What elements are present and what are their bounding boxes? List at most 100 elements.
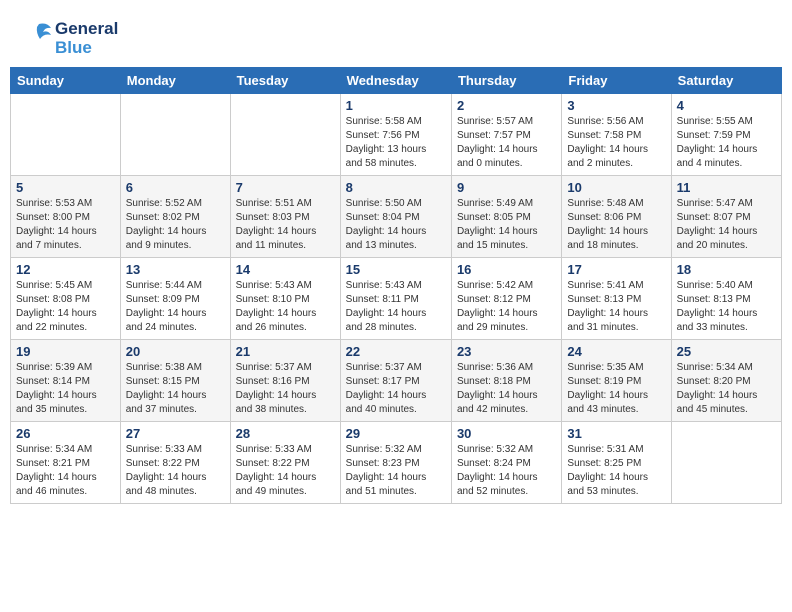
day-number: 20: [126, 344, 225, 359]
day-info: Sunrise: 5:36 AM Sunset: 8:18 PM Dayligh…: [457, 361, 556, 417]
day-info: Sunrise: 5:57 AM Sunset: 7:57 PM Dayligh…: [457, 115, 556, 171]
calendar-empty-cell: [230, 94, 340, 176]
day-info: Sunrise: 5:38 AM Sunset: 8:15 PM Dayligh…: [126, 361, 225, 417]
calendar-day-24: 24 Sunrise: 5:35 AM Sunset: 8:19 PM Dayli…: [562, 340, 671, 422]
day-number: 25: [677, 344, 776, 359]
day-info: Sunrise: 5:48 AM Sunset: 8:06 PM Dayligh…: [567, 197, 665, 253]
day-info: Sunrise: 5:39 AM Sunset: 8:14 PM Dayligh…: [16, 361, 115, 417]
day-number: 30: [457, 426, 556, 441]
day-info: Sunrise: 5:35 AM Sunset: 8:19 PM Dayligh…: [567, 361, 665, 417]
calendar-day-25: 25 Sunrise: 5:34 AM Sunset: 8:20 PM Dayli…: [671, 340, 781, 422]
day-number: 21: [236, 344, 335, 359]
day-info: Sunrise: 5:52 AM Sunset: 8:02 PM Dayligh…: [126, 197, 225, 253]
calendar-header-row: SundayMondayTuesdayWednesdayThursdayFrid…: [11, 68, 782, 94]
calendar-day-14: 14Sunrise: 5:43 AM Sunset: 8:10 PM Dayli…: [230, 258, 340, 340]
day-number: 1: [346, 98, 446, 113]
day-info: Sunrise: 5:33 AM Sunset: 8:22 PM Dayligh…: [126, 443, 225, 499]
calendar-empty-cell: [671, 422, 781, 504]
logo-name: General Blue: [25, 20, 118, 57]
calendar-day-8: 8Sunrise: 5:50 AM Sunset: 8:04 PM Daylig…: [340, 176, 451, 258]
calendar-day-3: 3 Sunrise: 5:56 AM Sunset: 7:58 PM Daylig…: [562, 94, 671, 176]
day-number: 22: [346, 344, 446, 359]
calendar-day-6: 6 Sunrise: 5:52 AM Sunset: 8:02 PM Daylig…: [120, 176, 230, 258]
calendar-day-12: 12Sunrise: 5:45 AM Sunset: 8:08 PM Dayli…: [11, 258, 121, 340]
logo-words: General Blue: [55, 20, 118, 57]
day-number: 17: [567, 262, 665, 277]
calendar-week-row: 19 Sunrise: 5:39 AM Sunset: 8:14 PM Dayli…: [11, 340, 782, 422]
logo-general: General: [55, 20, 118, 39]
day-number: 18: [677, 262, 776, 277]
calendar-table: SundayMondayTuesdayWednesdayThursdayFrid…: [10, 67, 782, 504]
calendar-day-18: 18 Sunrise: 5:40 AM Sunset: 8:13 PM Dayli…: [671, 258, 781, 340]
calendar-day-28: 28Sunrise: 5:33 AM Sunset: 8:22 PM Dayli…: [230, 422, 340, 504]
weekday-header-wednesday: Wednesday: [340, 68, 451, 94]
calendar-day-2: 2 Sunrise: 5:57 AM Sunset: 7:57 PM Daylig…: [451, 94, 561, 176]
calendar-day-10: 10 Sunrise: 5:48 AM Sunset: 8:06 PM Dayli…: [562, 176, 671, 258]
calendar-week-row: 1 Sunrise: 5:58 AM Sunset: 7:56 PM Daylig…: [11, 94, 782, 176]
day-info: Sunrise: 5:51 AM Sunset: 8:03 PM Dayligh…: [236, 197, 335, 253]
calendar-empty-cell: [11, 94, 121, 176]
day-number: 6: [126, 180, 225, 195]
day-info: Sunrise: 5:41 AM Sunset: 8:13 PM Dayligh…: [567, 279, 665, 335]
calendar-day-22: 22 Sunrise: 5:37 AM Sunset: 8:17 PM Dayli…: [340, 340, 451, 422]
day-number: 15: [346, 262, 446, 277]
day-number: 9: [457, 180, 556, 195]
calendar-week-row: 12Sunrise: 5:45 AM Sunset: 8:08 PM Dayli…: [11, 258, 782, 340]
day-info: Sunrise: 5:34 AM Sunset: 8:21 PM Dayligh…: [16, 443, 115, 499]
calendar-empty-cell: [120, 94, 230, 176]
day-number: 19: [16, 344, 115, 359]
day-info: Sunrise: 5:43 AM Sunset: 8:11 PM Dayligh…: [346, 279, 446, 335]
calendar-day-31: 31 Sunrise: 5:31 AM Sunset: 8:25 PM Dayli…: [562, 422, 671, 504]
day-info: Sunrise: 5:32 AM Sunset: 8:23 PM Dayligh…: [346, 443, 446, 499]
day-number: 5: [16, 180, 115, 195]
calendar-day-17: 17 Sunrise: 5:41 AM Sunset: 8:13 PM Dayli…: [562, 258, 671, 340]
day-number: 31: [567, 426, 665, 441]
calendar-day-29: 29Sunrise: 5:32 AM Sunset: 8:23 PM Dayli…: [340, 422, 451, 504]
day-number: 8: [346, 180, 446, 195]
day-info: Sunrise: 5:55 AM Sunset: 7:59 PM Dayligh…: [677, 115, 776, 171]
day-number: 24: [567, 344, 665, 359]
calendar-day-21: 21Sunrise: 5:37 AM Sunset: 8:16 PM Dayli…: [230, 340, 340, 422]
day-number: 28: [236, 426, 335, 441]
calendar-day-7: 7 Sunrise: 5:51 AM Sunset: 8:03 PM Daylig…: [230, 176, 340, 258]
day-number: 14: [236, 262, 335, 277]
day-number: 3: [567, 98, 665, 113]
day-info: Sunrise: 5:49 AM Sunset: 8:05 PM Dayligh…: [457, 197, 556, 253]
logo-blue: Blue: [55, 39, 118, 58]
day-info: Sunrise: 5:40 AM Sunset: 8:13 PM Dayligh…: [677, 279, 776, 335]
day-info: Sunrise: 5:47 AM Sunset: 8:07 PM Dayligh…: [677, 197, 776, 253]
calendar-day-23: 23 Sunrise: 5:36 AM Sunset: 8:18 PM Dayli…: [451, 340, 561, 422]
calendar-day-13: 13 Sunrise: 5:44 AM Sunset: 8:09 PM Dayli…: [120, 258, 230, 340]
day-number: 7: [236, 180, 335, 195]
day-number: 13: [126, 262, 225, 277]
day-number: 16: [457, 262, 556, 277]
calendar-day-15: 15 Sunrise: 5:43 AM Sunset: 8:11 PM Dayli…: [340, 258, 451, 340]
day-info: Sunrise: 5:34 AM Sunset: 8:20 PM Dayligh…: [677, 361, 776, 417]
day-info: Sunrise: 5:56 AM Sunset: 7:58 PM Dayligh…: [567, 115, 665, 171]
calendar-day-1: 1 Sunrise: 5:58 AM Sunset: 7:56 PM Daylig…: [340, 94, 451, 176]
day-number: 10: [567, 180, 665, 195]
calendar-day-4: 4Sunrise: 5:55 AM Sunset: 7:59 PM Daylig…: [671, 94, 781, 176]
day-info: Sunrise: 5:44 AM Sunset: 8:09 PM Dayligh…: [126, 279, 225, 335]
day-info: Sunrise: 5:45 AM Sunset: 8:08 PM Dayligh…: [16, 279, 115, 335]
calendar-week-row: 5 Sunrise: 5:53 AM Sunset: 8:00 PM Daylig…: [11, 176, 782, 258]
day-info: Sunrise: 5:58 AM Sunset: 7:56 PM Dayligh…: [346, 115, 446, 171]
weekday-header-monday: Monday: [120, 68, 230, 94]
calendar-day-9: 9 Sunrise: 5:49 AM Sunset: 8:05 PM Daylig…: [451, 176, 561, 258]
day-info: Sunrise: 5:42 AM Sunset: 8:12 PM Dayligh…: [457, 279, 556, 335]
logo-text-block: General Blue: [25, 20, 118, 57]
calendar-week-row: 26 Sunrise: 5:34 AM Sunset: 8:21 PM Dayli…: [11, 422, 782, 504]
day-number: 23: [457, 344, 556, 359]
weekday-header-tuesday: Tuesday: [230, 68, 340, 94]
day-info: Sunrise: 5:31 AM Sunset: 8:25 PM Dayligh…: [567, 443, 665, 499]
day-number: 27: [126, 426, 225, 441]
weekday-header-saturday: Saturday: [671, 68, 781, 94]
calendar-day-16: 16 Sunrise: 5:42 AM Sunset: 8:12 PM Dayli…: [451, 258, 561, 340]
page-header: General Blue: [10, 10, 782, 62]
day-number: 2: [457, 98, 556, 113]
calendar-day-20: 20 Sunrise: 5:38 AM Sunset: 8:15 PM Dayli…: [120, 340, 230, 422]
day-info: Sunrise: 5:37 AM Sunset: 8:17 PM Dayligh…: [346, 361, 446, 417]
calendar-day-30: 30Sunrise: 5:32 AM Sunset: 8:24 PM Dayli…: [451, 422, 561, 504]
day-info: Sunrise: 5:53 AM Sunset: 8:00 PM Dayligh…: [16, 197, 115, 253]
day-number: 26: [16, 426, 115, 441]
